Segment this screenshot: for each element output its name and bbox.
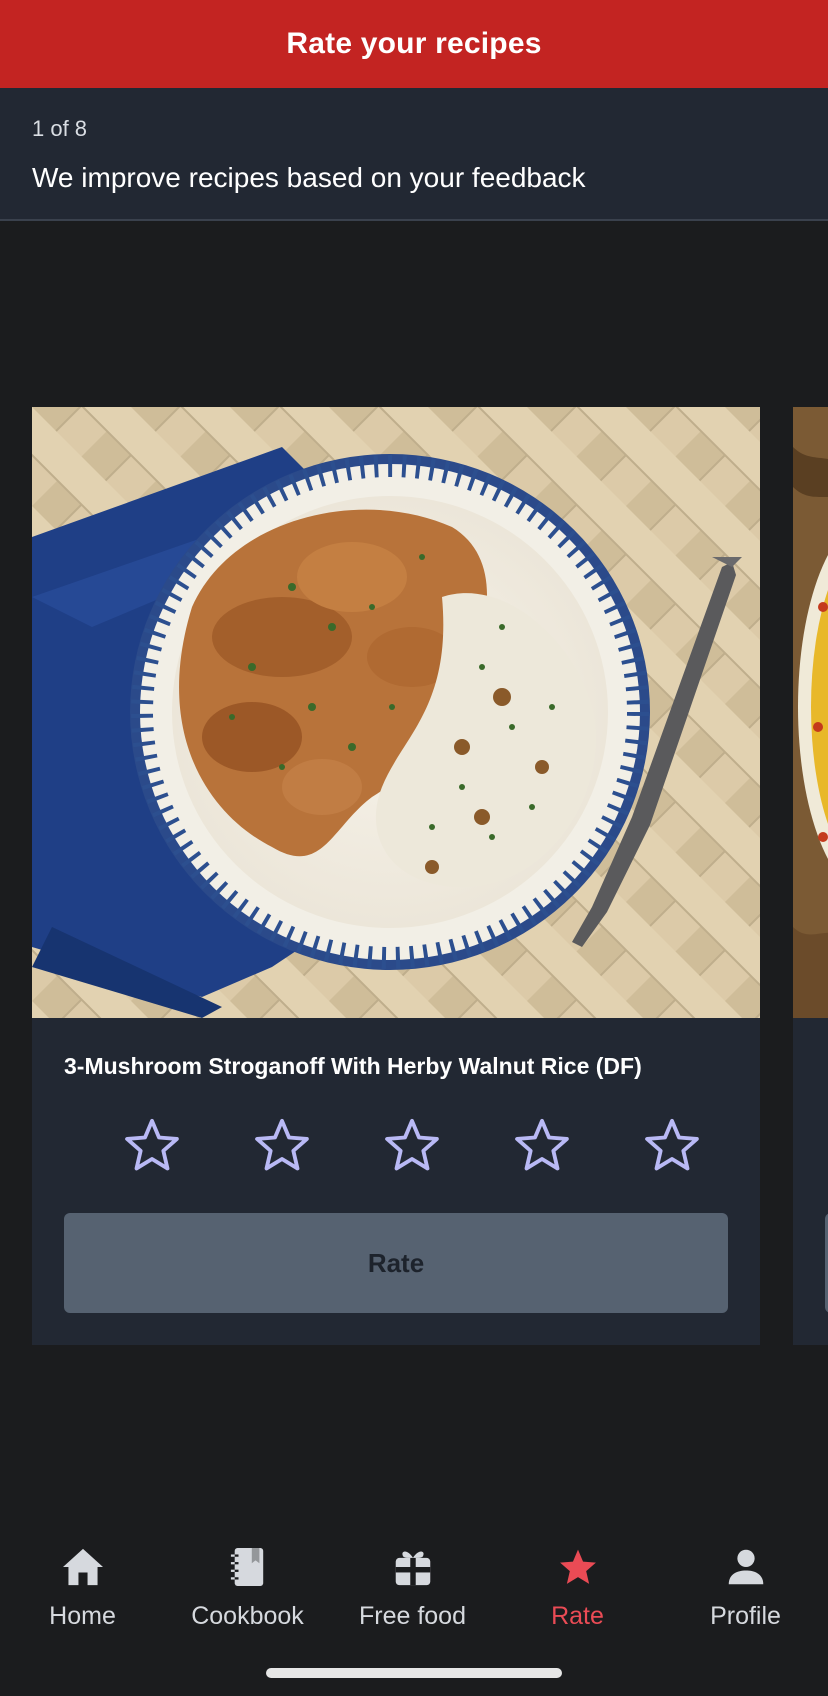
next-recipe-photo bbox=[793, 407, 828, 1018]
page-title: Rate your recipes bbox=[286, 27, 542, 60]
nav-profile[interactable]: Profile bbox=[663, 1544, 828, 1644]
nav-profile-label: Profile bbox=[710, 1602, 781, 1630]
rating-star-5[interactable] bbox=[642, 1115, 702, 1175]
app-screen: Rate your recipes 1 of 8 We improve reci… bbox=[0, 0, 828, 1696]
star-outline-icon bbox=[255, 1118, 309, 1171]
recipe-image bbox=[32, 407, 760, 1018]
cookbook-icon bbox=[225, 1544, 271, 1590]
star-rating[interactable] bbox=[122, 1115, 702, 1185]
star-outline-icon bbox=[125, 1118, 179, 1171]
recipe-card: 3-Mushroom Stroganoff With Herby Walnut … bbox=[32, 407, 760, 1345]
rating-star-1[interactable] bbox=[122, 1115, 182, 1175]
nav-rate-label: Rate bbox=[551, 1602, 604, 1630]
home-icon bbox=[60, 1544, 106, 1590]
recipe-title: 3-Mushroom Stroganoff With Herby Walnut … bbox=[64, 1053, 642, 1079]
person-icon bbox=[723, 1544, 769, 1590]
feedback-tagline: We improve recipes based on your feedbac… bbox=[32, 162, 586, 193]
nav-free-food-label: Free food bbox=[358, 1602, 466, 1630]
recipe-counter: 1 of 8 bbox=[32, 116, 88, 141]
top-bar: Rate your recipes bbox=[0, 0, 828, 88]
recipe-photo bbox=[32, 407, 760, 1018]
nav-free-food[interactable]: Free food bbox=[330, 1544, 495, 1644]
next-recipe-card[interactable] bbox=[793, 407, 828, 1345]
home-indicator[interactable] bbox=[266, 1668, 562, 1678]
rating-star-2[interactable] bbox=[252, 1115, 312, 1175]
nav-home-label: Home bbox=[49, 1602, 116, 1630]
gift-icon bbox=[390, 1544, 436, 1590]
nav-cookbook-label: Cookbook bbox=[191, 1602, 304, 1630]
recipe-carousel[interactable]: 3-Mushroom Stroganoff With Herby Walnut … bbox=[0, 407, 828, 1345]
nav-home[interactable]: Home bbox=[0, 1544, 165, 1644]
progress-header: 1 of 8 We improve recipes based on your … bbox=[0, 88, 828, 221]
rating-star-3[interactable] bbox=[382, 1115, 442, 1175]
star-outline-icon bbox=[385, 1118, 439, 1171]
star-outline-icon bbox=[645, 1118, 699, 1171]
nav-cookbook[interactable]: Cookbook bbox=[165, 1544, 330, 1644]
rating-star-4[interactable] bbox=[512, 1115, 572, 1175]
star-outline-icon bbox=[515, 1118, 569, 1171]
nav-rate[interactable]: Rate bbox=[495, 1544, 660, 1644]
next-recipe-image bbox=[793, 407, 828, 1018]
star-icon bbox=[555, 1544, 601, 1590]
rate-button[interactable]: Rate bbox=[64, 1213, 728, 1313]
